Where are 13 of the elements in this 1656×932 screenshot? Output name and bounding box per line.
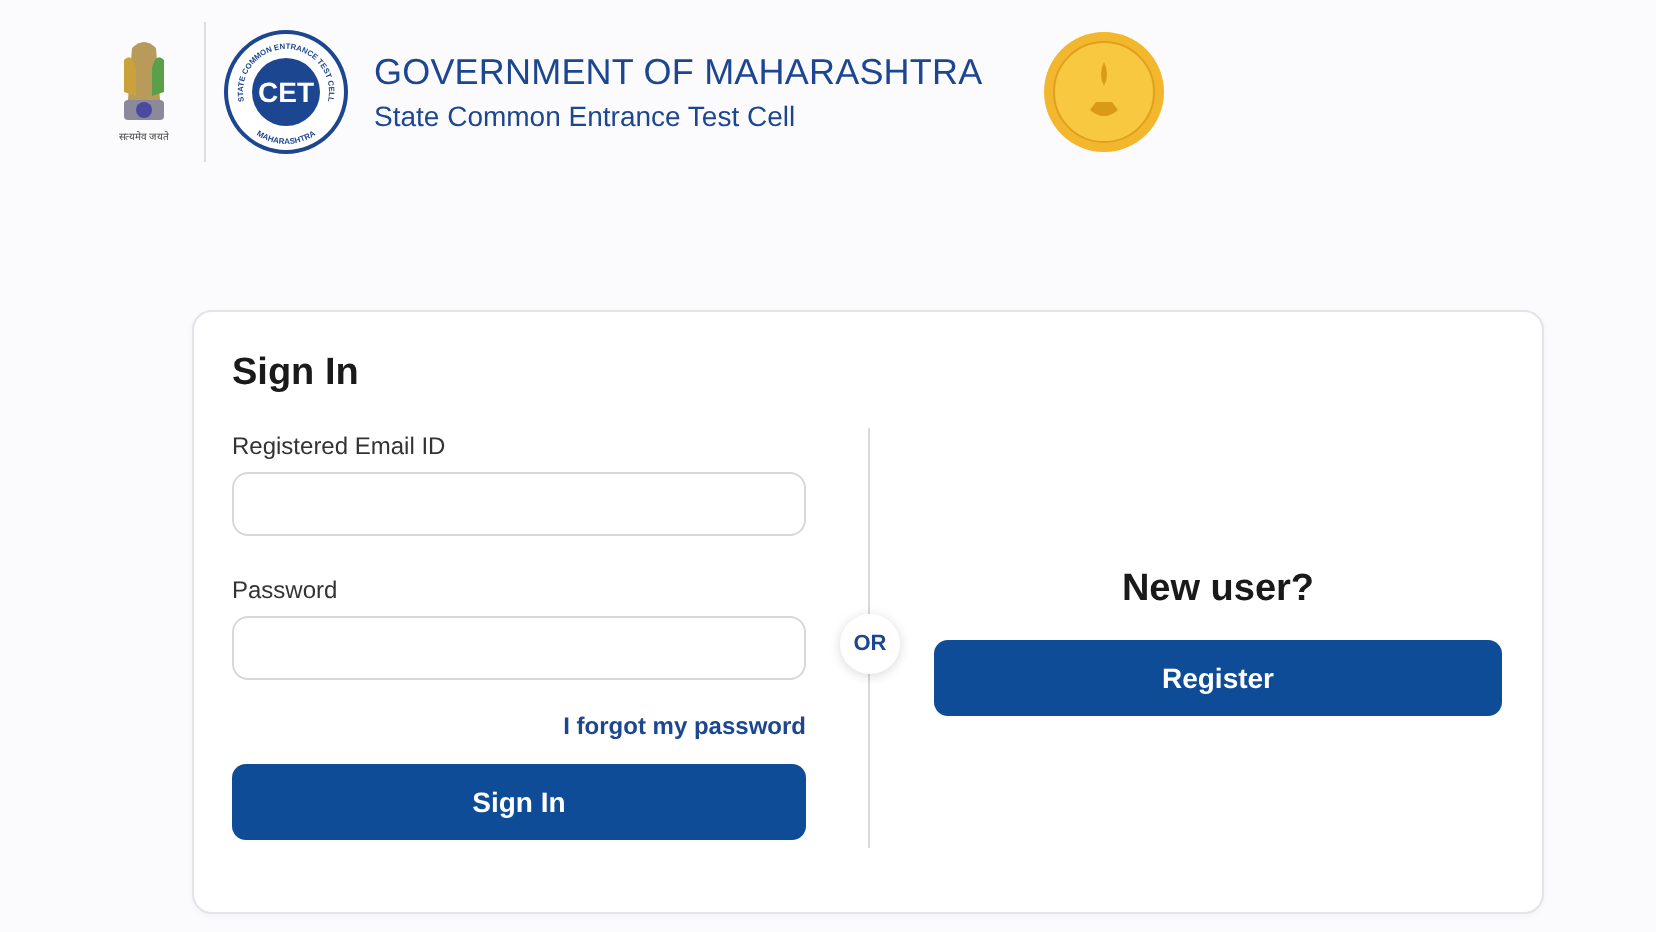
- sign-in-heading: Sign In: [232, 352, 361, 396]
- input-field[interactable]: [232, 472, 806, 536]
- input-field[interactable]: [232, 616, 806, 680]
- or-separator: OR: [840, 614, 900, 674]
- register-button[interactable]: Register: [934, 640, 1502, 716]
- department-subtitle: State Common Entrance Test Cell: [374, 100, 798, 132]
- new-user-heading: New user?: [1121, 568, 1315, 612]
- seal-icon: [1042, 30, 1166, 154]
- field-label: Registered Email ID: [232, 432, 448, 460]
- field-label: Password: [232, 576, 340, 604]
- forgot-password-link[interactable]: I forgot my password: [563, 712, 806, 740]
- sign-in-button[interactable]: Sign In: [232, 764, 806, 840]
- government-title: GOVERNMENT OF MAHARASHTRA: [374, 52, 985, 94]
